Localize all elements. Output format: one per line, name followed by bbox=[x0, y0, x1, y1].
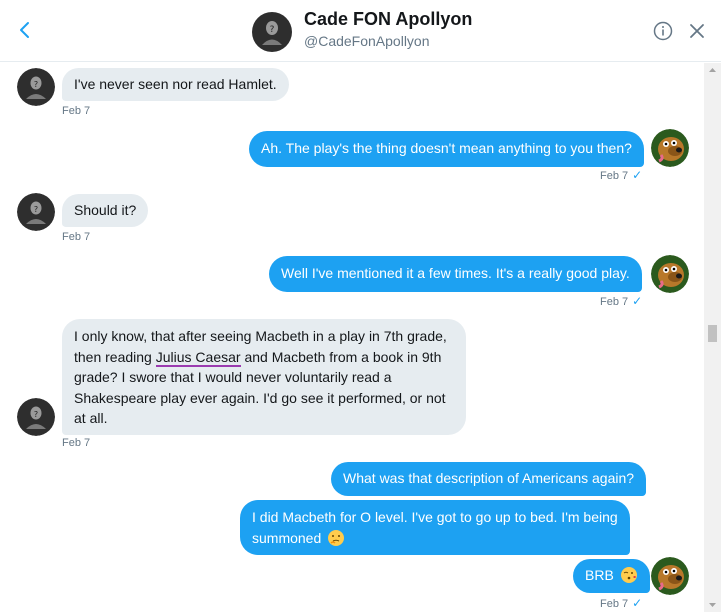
scrollbar-thumb[interactable] bbox=[708, 325, 717, 342]
svg-text:?: ? bbox=[34, 205, 38, 214]
contact-avatar-small[interactable]: ? bbox=[17, 68, 55, 106]
message-bubble-sent: I did Macbeth for O level. I've got to g… bbox=[240, 500, 630, 555]
message-bubble-sent: What was that description of Americans a… bbox=[331, 462, 647, 496]
message-thread: ? I've never seen nor read Hamlet. Feb 7… bbox=[0, 63, 704, 612]
message-text-line: grade? I swore that I would never volunt… bbox=[74, 369, 392, 385]
svg-text:?: ? bbox=[270, 25, 275, 35]
kissing-face-icon bbox=[620, 567, 637, 583]
message-bubble-received: I've never seen nor read Hamlet. bbox=[62, 68, 289, 101]
message-text-line: I did Macbeth for O level. I've got to g… bbox=[252, 509, 618, 525]
message-bubble-received: I only know, that after seeing Macbeth i… bbox=[62, 319, 466, 435]
message-timestamp: Feb 7 bbox=[62, 231, 91, 243]
contact-handle: @CadeFonApollyon bbox=[304, 33, 430, 49]
thinking-face-icon bbox=[328, 529, 345, 546]
message-timestamp: Feb 7 ✓ bbox=[600, 596, 643, 610]
message-text-line: then reading Julius Caesar and Macbeth f… bbox=[74, 348, 442, 367]
message-text: Should it? bbox=[74, 202, 137, 218]
contact-avatar-small[interactable]: ? bbox=[17, 193, 55, 231]
read-check-icon: ✓ bbox=[632, 294, 643, 308]
underlined-phrase: Julius Caesar bbox=[155, 348, 241, 367]
svg-text:?: ? bbox=[34, 410, 38, 419]
message-bubble-sent: Well I've mentioned it a few times. It's… bbox=[269, 256, 642, 292]
message-timestamp: Feb 7 bbox=[62, 437, 91, 449]
message-text: I've never seen nor read Hamlet. bbox=[74, 76, 277, 92]
message-text-line: at all. bbox=[74, 410, 108, 426]
my-avatar[interactable] bbox=[651, 255, 689, 293]
scrollbar[interactable] bbox=[704, 63, 721, 612]
message-text-line: summoned bbox=[252, 528, 618, 549]
back-arrow-icon[interactable] bbox=[12, 16, 38, 44]
my-avatar[interactable] bbox=[651, 129, 689, 167]
contact-name[interactable]: Cade FON Apollyon bbox=[304, 9, 472, 30]
message-text: BRB bbox=[585, 567, 614, 583]
conversation-header: ? Cade FON Apollyon @CadeFonApollyon bbox=[0, 0, 721, 62]
message-timestamp: Feb 7 ✓ bbox=[600, 294, 643, 308]
message-text-line: Shakespeare play ever again. I'd go see … bbox=[74, 389, 446, 406]
message-text-line: I only know, that after seeing Macbeth i… bbox=[74, 328, 447, 344]
message-bubble-sent: Ah. The play's the thing doesn't mean an… bbox=[249, 131, 644, 167]
message-bubble-sent: BRB bbox=[573, 559, 650, 593]
message-bubble-received: Should it? bbox=[62, 194, 149, 227]
svg-text:?: ? bbox=[34, 80, 38, 89]
info-icon[interactable] bbox=[653, 21, 673, 41]
contact-avatar-small[interactable]: ? bbox=[17, 398, 55, 436]
scroll-up-arrow-icon[interactable] bbox=[704, 63, 721, 77]
close-icon[interactable] bbox=[688, 22, 706, 40]
my-avatar[interactable] bbox=[651, 557, 689, 595]
message-text: Ah. The play's the thing doesn't mean an… bbox=[261, 140, 632, 156]
contact-avatar[interactable]: ? bbox=[252, 12, 292, 52]
scroll-down-arrow-icon[interactable] bbox=[704, 598, 721, 612]
read-check-icon: ✓ bbox=[632, 596, 643, 610]
message-text: What was that description of Americans a… bbox=[343, 470, 635, 486]
read-check-icon: ✓ bbox=[632, 168, 643, 182]
message-timestamp: Feb 7 bbox=[62, 105, 91, 117]
message-timestamp: Feb 7 ✓ bbox=[600, 168, 643, 182]
message-text: Well I've mentioned it a few times. It's… bbox=[281, 265, 630, 281]
